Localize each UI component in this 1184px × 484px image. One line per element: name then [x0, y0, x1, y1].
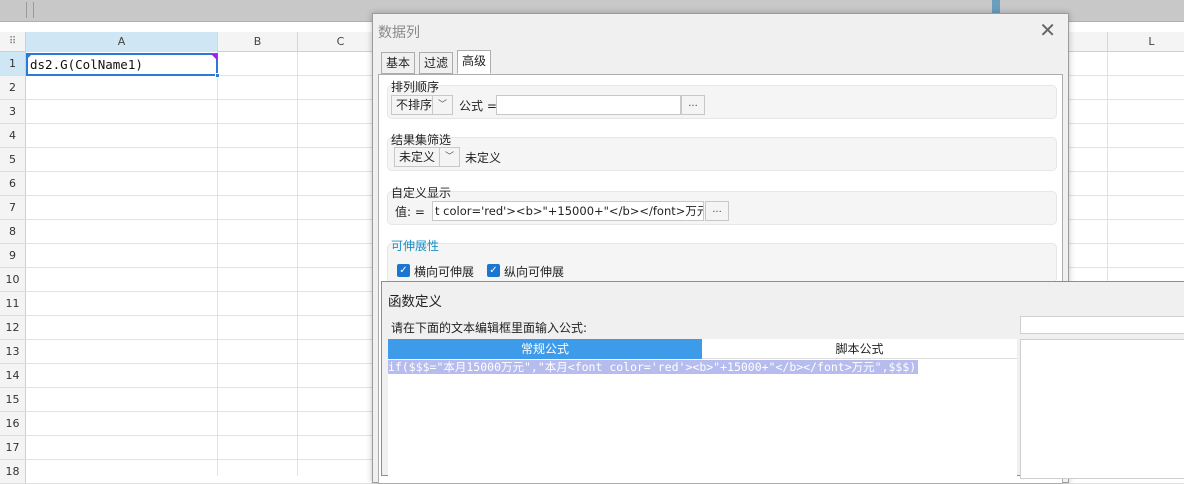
row-header[interactable]: 15 [0, 388, 26, 412]
column-header-a[interactable]: A [26, 32, 218, 52]
column-header-b[interactable]: B [218, 32, 298, 52]
column-header-k[interactable] [1068, 32, 1108, 52]
fill-handle[interactable] [215, 73, 220, 78]
row-header[interactable]: 18 [0, 460, 26, 484]
row-header[interactable]: 3 [0, 100, 26, 124]
custom-value-button[interactable]: ... [705, 201, 729, 221]
filter-group-title: 结果集筛选 [391, 133, 452, 147]
grid-line [217, 52, 218, 476]
vertical-expand-label: 纵向可伸展 [504, 265, 565, 279]
sort-select[interactable]: 不排序 ﹀ [391, 95, 453, 115]
vertical-expand-checkbox[interactable]: ✓ [487, 264, 500, 277]
row-header[interactable]: 1 [0, 52, 26, 76]
toolbar-grip-handle[interactable] [26, 2, 34, 18]
row-header[interactable]: 4 [0, 124, 26, 148]
custom-value-input[interactable]: t color='red'><b>"+15000+"</b></font>万元"… [432, 201, 704, 221]
formula-editor[interactable]: 常规公式 脚本公式 if($$$="本月15000万元","本月<font co… [388, 339, 1017, 479]
function-search-input[interactable] [1020, 316, 1184, 334]
sort-formula-input[interactable] [496, 95, 681, 115]
filter-select-value: 未定义 [399, 150, 436, 164]
sort-formula-button[interactable]: ... [681, 95, 705, 115]
horizontal-expand-label: 横向可伸展 [414, 265, 475, 279]
select-all-corner[interactable]: ⠿ [0, 32, 26, 52]
row-header[interactable]: 2 [0, 76, 26, 100]
horizontal-expand-checkbox[interactable]: ✓ [397, 264, 410, 277]
row-header[interactable]: 17 [0, 436, 26, 460]
row-header[interactable]: 8 [0, 220, 26, 244]
grid-line [297, 52, 298, 476]
row-header[interactable]: 16 [0, 412, 26, 436]
function-definition-dialog: 函数定义 请在下面的文本编辑框里面输入公式: 常规公式 脚本公式 if($$$=… [381, 281, 1184, 479]
close-icon[interactable]: ✕ [1039, 20, 1056, 40]
cell-marker [27, 54, 32, 59]
sort-group-title: 排列顺序 [391, 80, 440, 94]
formula-label: 公式 = [459, 99, 497, 113]
row-header[interactable]: 12 [0, 316, 26, 340]
row-header[interactable]: 6 [0, 172, 26, 196]
dialog-title: 数据列 [378, 25, 420, 41]
row-header[interactable]: 7 [0, 196, 26, 220]
tab-script-formula[interactable]: 脚本公式 [702, 339, 1017, 359]
tab-filter[interactable]: 过滤 [419, 52, 454, 74]
row-header[interactable]: 11 [0, 292, 26, 316]
cell-a1[interactable]: ds2.G(ColName1) [26, 53, 220, 78]
formula-text[interactable]: if($$$="本月15000万元","本月<font color='red'>… [388, 360, 919, 374]
chevron-down-icon[interactable]: ﹀ [439, 148, 459, 166]
expand-group [387, 243, 1057, 283]
cell-comment-marker [211, 54, 217, 60]
cell-a1-value: ds2.G(ColName1) [30, 57, 143, 72]
row-header[interactable]: 10 [0, 268, 26, 292]
function-dialog-hint: 请在下面的文本编辑框里面输入公式: [391, 321, 588, 335]
row-header[interactable]: 9 [0, 244, 26, 268]
custom-value-label: 值: = [395, 205, 425, 219]
tab-advanced[interactable]: 高级 [457, 50, 492, 74]
chevron-down-icon[interactable]: ﹀ [432, 96, 452, 114]
tab-basic[interactable]: 基本 [381, 52, 416, 74]
filter-value-text: 未定义 [465, 151, 502, 165]
tab-regular-formula[interactable]: 常规公式 [388, 339, 702, 359]
filter-select[interactable]: 未定义 ﹀ [394, 147, 460, 167]
custom-display-title: 自定义显示 [391, 186, 452, 200]
row-header[interactable]: 13 [0, 340, 26, 364]
row-header[interactable]: 14 [0, 364, 26, 388]
function-list-panel[interactable] [1020, 339, 1184, 479]
row-header[interactable]: 5 [0, 148, 26, 172]
column-header-l[interactable]: L [1108, 32, 1184, 52]
expand-group-title: 可伸展性 [391, 239, 440, 253]
sort-select-value: 不排序 [396, 98, 433, 112]
function-dialog-title: 函数定义 [388, 294, 442, 310]
